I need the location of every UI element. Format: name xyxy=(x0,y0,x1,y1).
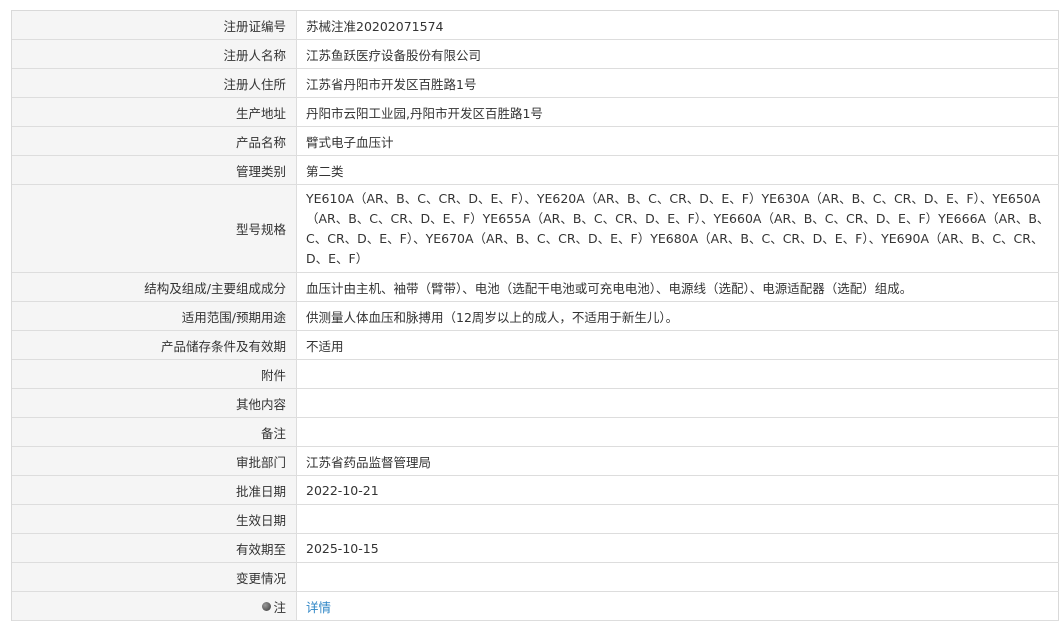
note-value-cell: 详情 xyxy=(297,592,1059,620)
field-label: 适用范围/预期用途 xyxy=(12,302,297,330)
field-value: YE610A（AR、B、C、CR、D、E、F）、YE620A（AR、B、C、CR… xyxy=(297,185,1059,272)
field-label: 产品名称 xyxy=(12,127,297,155)
row-attachments: 附件 xyxy=(12,360,1059,389)
note-label-cell: 注 xyxy=(12,592,297,620)
field-label: 备注 xyxy=(12,418,297,446)
field-value xyxy=(297,389,1059,417)
field-label: 审批部门 xyxy=(12,447,297,475)
field-value: 血压计由主机、袖带（臂带）、电池（选配干电池或可充电电池）、电源线（选配）、电源… xyxy=(297,273,1059,301)
field-label: 注册人名称 xyxy=(12,40,297,68)
row-effective-date: 生效日期 xyxy=(12,505,1059,534)
field-value: 供测量人体血压和脉搏用（12周岁以上的成人，不适用于新生儿）。 xyxy=(297,302,1059,330)
row-production-address: 生产地址 丹阳市云阳工业园,丹阳市开发区百胜路1号 xyxy=(12,98,1059,127)
row-intended-use: 适用范围/预期用途 供测量人体血压和脉搏用（12周岁以上的成人，不适用于新生儿）… xyxy=(12,302,1059,331)
field-value: 丹阳市云阳工业园,丹阳市开发区百胜路1号 xyxy=(297,98,1059,126)
row-approval-date: 批准日期 2022-10-21 xyxy=(12,476,1059,505)
field-label: 其他内容 xyxy=(12,389,297,417)
row-storage-validity: 产品储存条件及有效期 不适用 xyxy=(12,331,1059,360)
bulb-icon xyxy=(262,601,272,611)
row-management-class: 管理类别 第二类 xyxy=(12,156,1059,185)
field-value: 不适用 xyxy=(297,331,1059,359)
field-label: 变更情况 xyxy=(12,563,297,591)
details-link[interactable]: 详情 xyxy=(306,597,331,616)
field-value xyxy=(297,418,1059,446)
row-structure-composition: 结构及组成/主要组成成分 血压计由主机、袖带（臂带）、电池（选配干电池或可充电电… xyxy=(12,273,1059,302)
field-label: 注册人住所 xyxy=(12,69,297,97)
row-note: 注 详情 xyxy=(12,592,1059,621)
row-valid-until: 有效期至 2025-10-15 xyxy=(12,534,1059,563)
field-label: 附件 xyxy=(12,360,297,388)
field-value xyxy=(297,563,1059,591)
registration-info-table: 注册证编号 苏械注准20202071574 注册人名称 江苏鱼跃医疗设备股份有限… xyxy=(11,10,1059,621)
field-value: 江苏省丹阳市开发区百胜路1号 xyxy=(297,69,1059,97)
field-label: 型号规格 xyxy=(12,185,297,272)
field-value: 江苏省药品监督管理局 xyxy=(297,447,1059,475)
row-product-name: 产品名称 臂式电子血压计 xyxy=(12,127,1059,156)
field-label: 产品储存条件及有效期 xyxy=(12,331,297,359)
field-label: 结构及组成/主要组成成分 xyxy=(12,273,297,301)
field-label: 管理类别 xyxy=(12,156,297,184)
row-registrant-name: 注册人名称 江苏鱼跃医疗设备股份有限公司 xyxy=(12,40,1059,69)
field-value: 2022-10-21 xyxy=(297,476,1059,504)
field-value: 江苏鱼跃医疗设备股份有限公司 xyxy=(297,40,1059,68)
row-approval-department: 审批部门 江苏省药品监督管理局 xyxy=(12,447,1059,476)
note-label: 注 xyxy=(273,599,286,615)
field-label: 生产地址 xyxy=(12,98,297,126)
field-value: 苏械注准20202071574 xyxy=(297,11,1059,39)
row-registration-number: 注册证编号 苏械注准20202071574 xyxy=(12,11,1059,40)
row-remarks: 备注 xyxy=(12,418,1059,447)
row-other-content: 其他内容 xyxy=(12,389,1059,418)
field-value xyxy=(297,360,1059,388)
field-value: 臂式电子血压计 xyxy=(297,127,1059,155)
field-label: 注册证编号 xyxy=(12,11,297,39)
field-label: 批准日期 xyxy=(12,476,297,504)
row-change-status: 变更情况 xyxy=(12,563,1059,592)
field-value: 第二类 xyxy=(297,156,1059,184)
field-label: 生效日期 xyxy=(12,505,297,533)
field-label: 有效期至 xyxy=(12,534,297,562)
row-model-specs: 型号规格 YE610A（AR、B、C、CR、D、E、F）、YE620A（AR、B… xyxy=(12,185,1059,273)
row-registrant-address: 注册人住所 江苏省丹阳市开发区百胜路1号 xyxy=(12,69,1059,98)
field-value xyxy=(297,505,1059,533)
field-value: 2025-10-15 xyxy=(297,534,1059,562)
